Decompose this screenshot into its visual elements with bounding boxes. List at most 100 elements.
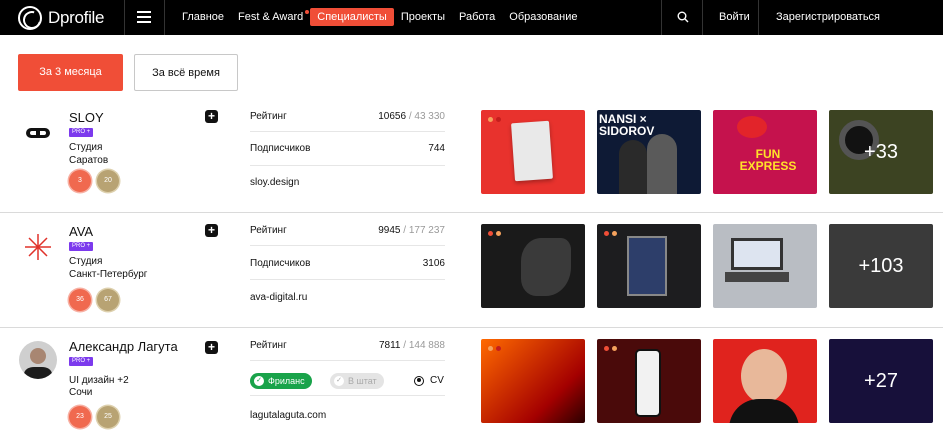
- subscribers-value: 744: [428, 143, 445, 154]
- divider: [124, 0, 125, 35]
- rating-label: Рейтинг: [250, 340, 287, 351]
- project-thumbnail[interactable]: FUN EXPRESS: [713, 110, 817, 194]
- project-thumbnail[interactable]: [713, 224, 817, 308]
- divider: [758, 0, 759, 35]
- cv-option[interactable]: CV: [414, 375, 444, 386]
- sloy-logo-icon: [26, 128, 50, 138]
- divider: [250, 360, 445, 361]
- specialist-city: Саратов: [69, 155, 109, 166]
- laptop-base: [725, 272, 789, 282]
- avatar[interactable]: [19, 114, 57, 152]
- project-thumbnail[interactable]: [597, 224, 701, 308]
- row-divider: [0, 212, 943, 213]
- menu-item-specialists[interactable]: Специалисты: [310, 8, 394, 26]
- specialist-name[interactable]: Александр Лагута: [69, 339, 178, 354]
- rating-value: 10656 / 43 330: [378, 111, 445, 122]
- divider: [661, 0, 662, 35]
- project-thumbnail[interactable]: [481, 224, 585, 308]
- abstract-shape: [521, 238, 571, 296]
- paper-sheet: [511, 120, 553, 182]
- award-badge: 23: [69, 406, 91, 428]
- website-link[interactable]: sloy.design: [250, 177, 299, 188]
- website-link[interactable]: ava-digital.ru: [250, 292, 307, 303]
- check-icon: ✓: [334, 376, 344, 386]
- specialist-name[interactable]: AVA: [69, 224, 93, 239]
- rating-value: 7811 / 144 888: [378, 340, 445, 351]
- follow-plus-button[interactable]: +: [205, 341, 218, 354]
- specialist-row: SLOY PRO + Студия Саратов 3 20 + Рейтинг…: [0, 108, 943, 223]
- rating-value: 9945 / 177 237: [378, 225, 445, 236]
- menu-item-education[interactable]: Образование: [502, 8, 584, 26]
- thumbnail-caption: NANSI × SIDOROV: [599, 112, 655, 138]
- project-thumbnail-more[interactable]: +33: [829, 110, 933, 194]
- project-thumbnail[interactable]: [481, 339, 585, 423]
- tab-all-time[interactable]: За всё время: [134, 54, 238, 91]
- ava-star-logo-icon: [25, 234, 51, 260]
- menu-item-jobs[interactable]: Работа: [452, 8, 502, 26]
- rating-label: Рейтинг: [250, 225, 287, 236]
- person-avatar-icon: [24, 348, 52, 379]
- radio-icon: [414, 375, 424, 386]
- divider: [250, 245, 445, 246]
- search-icon[interactable]: [677, 11, 689, 23]
- tab-3-months[interactable]: За 3 месяца: [18, 54, 123, 91]
- award-badge: 20: [97, 170, 119, 192]
- pro-badge: PRO +: [69, 242, 94, 251]
- specialist-name[interactable]: SLOY: [69, 110, 104, 125]
- more-projects-count: +33: [829, 110, 933, 194]
- thumbnail-caption: FUN EXPRESS: [739, 147, 797, 173]
- face-shape: [741, 349, 787, 403]
- website-link[interactable]: lagutalaguta.com: [250, 410, 326, 421]
- avatar[interactable]: [19, 341, 57, 379]
- project-thumbnail[interactable]: [597, 339, 701, 423]
- person-figure: [647, 134, 677, 194]
- main-menu: Главное Fest & Award Специалисты Проекты…: [175, 8, 584, 26]
- login-link[interactable]: Войти: [719, 8, 750, 26]
- hamburger-menu-icon[interactable]: [137, 11, 151, 23]
- specialist-city: Санкт-Петербург: [69, 269, 148, 280]
- dragon-head: [737, 116, 767, 138]
- divider: [164, 0, 165, 35]
- specialist-row: AVA PRO + Студия Санкт-Петербург 36 67 +…: [0, 222, 943, 337]
- follow-plus-button[interactable]: +: [205, 224, 218, 237]
- pro-badge: PRO +: [69, 128, 94, 137]
- specialist-type: Студия: [69, 142, 103, 153]
- shirt-shape: [729, 399, 799, 423]
- person-figure: [619, 140, 647, 194]
- divider: [250, 131, 445, 132]
- menu-item-projects[interactable]: Проекты: [394, 8, 452, 26]
- freelance-status-pill[interactable]: ✓ Фриланс: [250, 373, 312, 389]
- row-divider: [0, 327, 943, 328]
- staff-status-pill[interactable]: ✓ В штат: [330, 373, 384, 389]
- menu-item-fest-award[interactable]: Fest & Award: [231, 8, 310, 26]
- divider: [702, 0, 703, 35]
- specialist-row: Александр Лагута PRO + UI дизайн +2 Сочи…: [0, 337, 943, 436]
- check-icon: ✓: [254, 376, 264, 386]
- avatar[interactable]: [19, 228, 57, 266]
- poster-frame: [627, 236, 667, 296]
- award-badge: 3: [69, 170, 91, 192]
- award-badge: 36: [69, 289, 91, 311]
- top-navbar: Dprofile Главное Fest & Award Специалист…: [0, 0, 943, 35]
- subscribers-label: Подписчиков: [250, 143, 311, 154]
- notification-dot: [305, 10, 310, 14]
- phone-mockup: [635, 349, 661, 417]
- project-thumbnail-more[interactable]: +103: [829, 224, 933, 308]
- logo-icon: [18, 5, 42, 30]
- project-thumbnail[interactable]: NANSI × SIDOROV: [597, 110, 701, 194]
- brand-name: Dprofile: [48, 7, 105, 27]
- follow-plus-button[interactable]: +: [205, 110, 218, 123]
- menu-item-main[interactable]: Главное: [175, 8, 231, 26]
- rating-label: Рейтинг: [250, 111, 287, 122]
- project-thumbnail[interactable]: [713, 339, 817, 423]
- divider: [250, 395, 445, 396]
- award-badge: 25: [97, 406, 119, 428]
- divider: [250, 165, 445, 166]
- project-thumbnail[interactable]: [481, 110, 585, 194]
- project-thumbnail-more[interactable]: +27: [829, 339, 933, 423]
- register-link[interactable]: Зарегистрироваться: [776, 8, 880, 26]
- logo[interactable]: Dprofile: [18, 5, 104, 30]
- divider: [250, 279, 445, 280]
- laptop-screen: [731, 238, 783, 270]
- more-projects-count: +103: [829, 224, 933, 308]
